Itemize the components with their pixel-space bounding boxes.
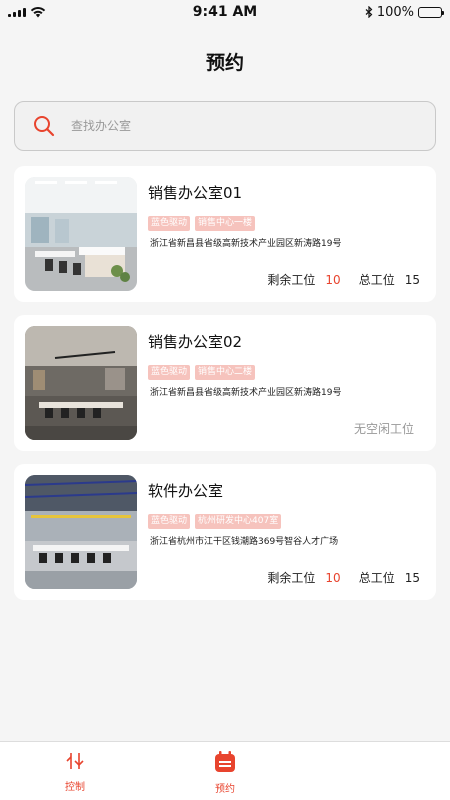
- office-photo: [25, 326, 137, 440]
- battery-icon: [418, 6, 444, 18]
- bluetooth-icon: [365, 6, 373, 18]
- tab-label: 控制: [65, 782, 85, 793]
- remaining-count: 10: [325, 571, 341, 585]
- office-address: 浙江省新昌县省级高新技术产业园区新涛路19号: [150, 239, 342, 249]
- search-icon: [34, 116, 55, 137]
- tag: 销售中心二楼: [195, 365, 256, 380]
- tab-label: 预约: [215, 784, 235, 795]
- office-tags: 蓝色驱动 杭州研发中心407室: [148, 514, 282, 529]
- office-photo: [25, 475, 137, 589]
- tag: 蓝色驱动: [148, 365, 191, 380]
- office-card[interactable]: 销售办公室01 蓝色驱动 销售中心一楼 浙江省新昌县省级高新技术产业园区新涛路1…: [14, 166, 436, 302]
- wifi-icon: [30, 7, 46, 18]
- status-right: 100%: [365, 4, 444, 20]
- office-card[interactable]: 销售办公室02 蓝色驱动 销售中心二楼 浙江省新昌县省级高新技术产业园区新涛路1…: [14, 315, 436, 451]
- office-address: 浙江省新昌县省级高新技术产业园区新涛路19号: [150, 388, 342, 398]
- no-seat-status: 无空闲工位: [353, 422, 414, 436]
- office-name: 软件办公室: [148, 482, 224, 500]
- seat-info: 剩余工位 10 总工位 15: [267, 569, 420, 586]
- total-count: 15: [404, 571, 420, 585]
- calendar-icon: [215, 751, 235, 772]
- office-name: 销售办公室02: [148, 333, 243, 351]
- office-name: 销售办公室01: [148, 184, 243, 202]
- search-input[interactable]: [71, 119, 391, 133]
- cellular-signal-icon: [8, 7, 26, 17]
- total-count: 15: [404, 273, 420, 287]
- office-tags: 蓝色驱动 销售中心二楼: [148, 365, 256, 380]
- tab-bar: 控制 预约: [0, 741, 450, 800]
- tag: 蓝色驱动: [148, 216, 191, 231]
- seat-info: 剩余工位 10 总工位 15: [267, 271, 420, 288]
- control-icon: [66, 753, 84, 769]
- status-bar: 9:41 AM 100%: [0, 0, 450, 24]
- status-left: [8, 6, 46, 18]
- total-label: 总工位: [358, 273, 395, 287]
- tab-reservation[interactable]: 预约: [195, 750, 255, 795]
- total-label: 总工位: [358, 571, 395, 585]
- search-bar[interactable]: [14, 101, 436, 151]
- office-card[interactable]: 软件办公室 蓝色驱动 杭州研发中心407室 浙江省杭州市江干区钱潮路369号智谷…: [14, 464, 436, 600]
- tag: 蓝色驱动: [148, 514, 191, 529]
- page-title: 预约: [205, 52, 244, 74]
- tab-control[interactable]: 控制: [45, 750, 105, 793]
- tag: 杭州研发中心407室: [195, 514, 282, 529]
- remaining-label: 剩余工位: [267, 571, 316, 585]
- office-tags: 蓝色驱动 销售中心一楼: [148, 216, 256, 231]
- tag: 销售中心一楼: [195, 216, 256, 231]
- office-photo: [25, 177, 137, 291]
- remaining-count: 10: [325, 273, 341, 287]
- battery-percent: 100%: [376, 4, 414, 20]
- remaining-label: 剩余工位: [267, 273, 316, 287]
- office-address: 浙江省杭州市江干区钱潮路369号智谷人才广场: [150, 537, 339, 547]
